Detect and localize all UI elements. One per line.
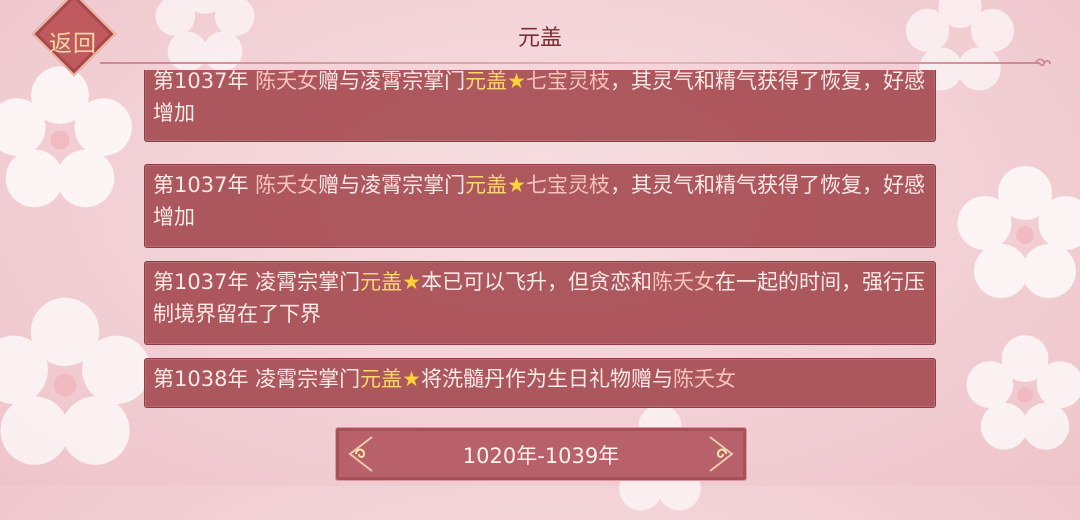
top-bar: 元盖 返回 <box>0 0 1080 70</box>
year-range-label: 1020年-1039年 <box>336 440 746 470</box>
list-item: 第1037年 陈夭女赠与凌霄宗掌门元盖★七宝灵枝，其灵气和精气获得了恢复，好感增… <box>144 70 936 142</box>
record-text-segment: 凌霄宗掌门 <box>255 270 360 294</box>
year-range-button[interactable]: 1020年-1039年 <box>335 427 747 481</box>
star-icon: ★ <box>507 70 526 93</box>
event-log-list[interactable]: 第1037年 陈夭女赠与凌霄宗掌门元盖★七宝灵枝，其灵气和精气获得了恢复，好感增… <box>144 70 936 418</box>
page-title: 元盖 <box>0 20 1080 52</box>
back-label: 返回 <box>26 24 120 58</box>
back-button[interactable]: 返回 <box>26 6 120 70</box>
record-text-segment: 七宝灵枝 <box>526 70 610 93</box>
record-text-segment: 元盖 <box>465 70 507 93</box>
record-text-segment: 陈夭女 <box>673 367 736 391</box>
star-icon: ★ <box>507 173 526 197</box>
cloud-scroll-icon <box>1034 54 1052 70</box>
record-text-segment: 赠与凌霄宗掌门 <box>318 173 465 197</box>
record-text-segment: 陈夭女 <box>255 173 318 197</box>
record-text-segment: 赠与凌霄宗掌门 <box>318 70 465 93</box>
record-year: 第1037年 <box>153 70 255 93</box>
cloud-scroll-icon <box>700 433 740 475</box>
record-text-segment: 将洗髓丹作为生日礼物赠与 <box>421 367 673 391</box>
star-icon: ★ <box>402 367 421 391</box>
plum-blossom-icon <box>950 160 1080 310</box>
record-text-segment: 凌霄宗掌门 <box>255 367 360 391</box>
record-year: 第1037年 <box>153 173 255 197</box>
plum-blossom-icon <box>960 330 1080 460</box>
plum-blossom-icon <box>0 60 140 220</box>
record-year: 第1038年 <box>153 367 255 391</box>
record-text-segment: 陈夭女 <box>255 70 318 93</box>
record-year: 第1037年 <box>153 270 255 294</box>
record-text-segment: 本已可以飞升，但贪恋和 <box>421 270 652 294</box>
record-text-segment: 陈夭女 <box>652 270 715 294</box>
record-text-segment: 元盖 <box>360 270 402 294</box>
list-item: 第1037年 凌霄宗掌门元盖★本已可以飞升，但贪恋和陈夭女在一起的时间，强行压制… <box>144 261 936 345</box>
record-text-segment: 元盖 <box>465 173 507 197</box>
plum-blossom-icon <box>0 290 160 480</box>
star-icon: ★ <box>402 270 421 294</box>
header-divider <box>100 62 1040 64</box>
record-text-segment: 元盖 <box>360 367 402 391</box>
list-item: 第1038年 凌霄宗掌门元盖★将洗髓丹作为生日礼物赠与陈夭女 <box>144 358 936 408</box>
list-item: 第1037年 陈夭女赠与凌霄宗掌门元盖★七宝灵枝，其灵气和精气获得了恢复，好感增… <box>144 164 936 248</box>
record-text-segment: 七宝灵枝 <box>526 173 610 197</box>
